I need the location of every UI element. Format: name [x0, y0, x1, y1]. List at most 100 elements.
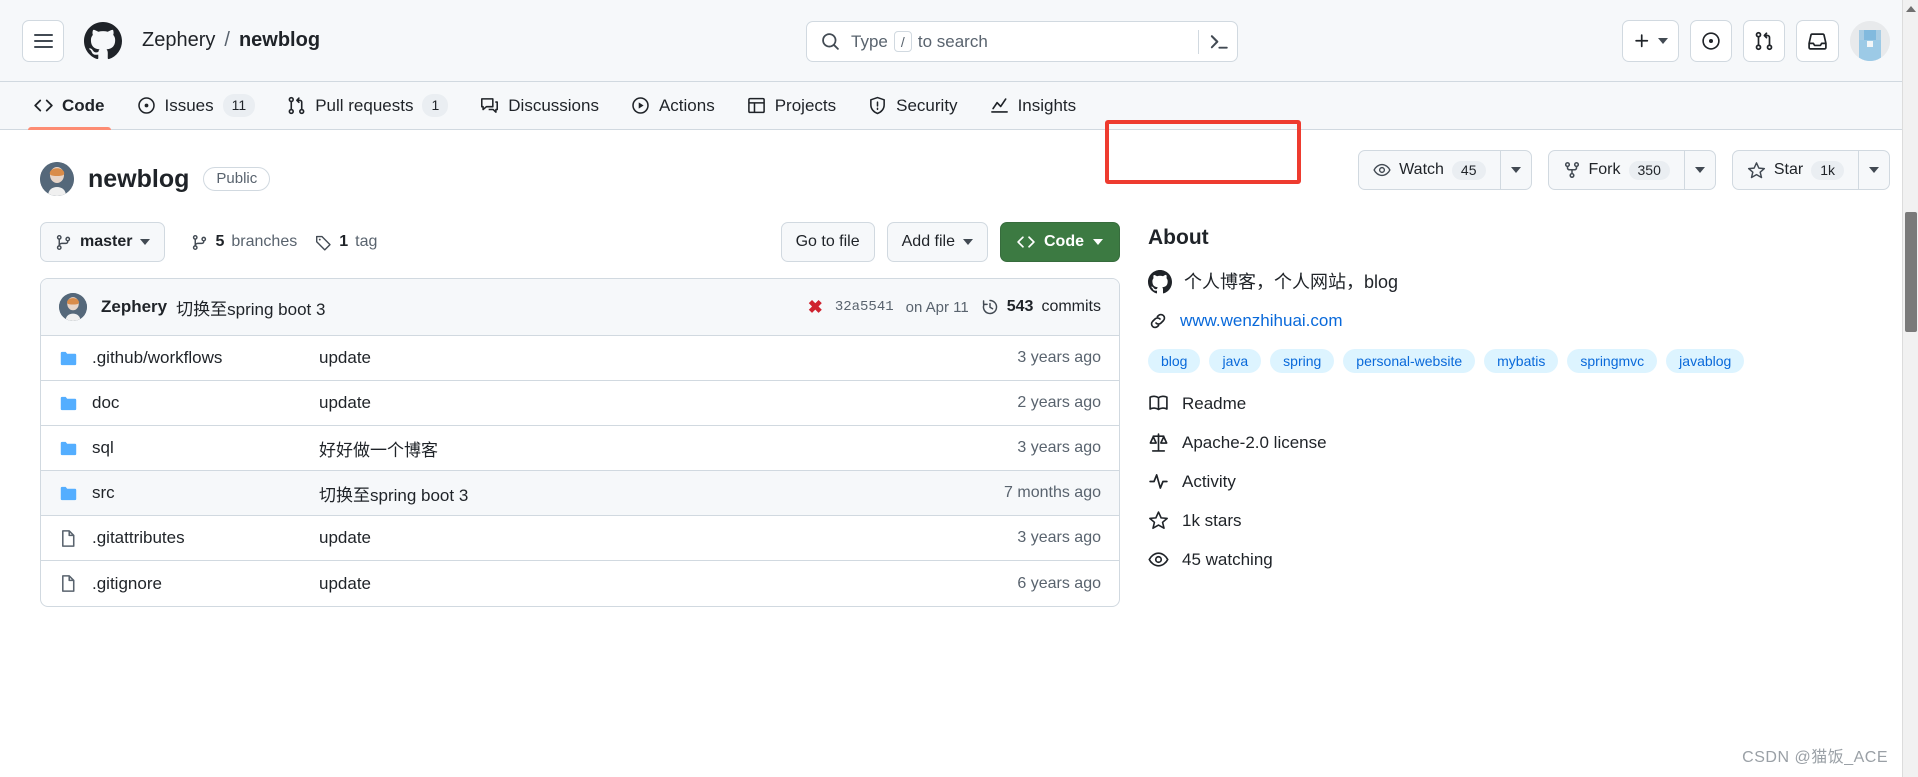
repository-owner-avatar[interactable] — [40, 162, 74, 196]
book-icon — [1149, 395, 1168, 411]
file-commit-message[interactable]: 切换至spring boot 3 — [319, 481, 1004, 506]
branch-selector[interactable]: master — [40, 222, 166, 262]
about-title: About — [1148, 226, 1209, 249]
table-row[interactable]: src 切换至spring boot 3 7 months ago — [41, 471, 1119, 516]
file-name-cell: doc — [59, 393, 319, 413]
table-row[interactable]: doc update 2 years ago — [41, 381, 1119, 426]
breadcrumb-owner[interactable]: Zephery — [142, 29, 215, 52]
page-title[interactable]: newblog — [88, 165, 189, 194]
commit-meta: ✖ 32a5541 on Apr 11 543 commits — [808, 297, 1101, 318]
pull-requests-button[interactable] — [1743, 20, 1785, 62]
code-icon — [34, 99, 53, 112]
topic-tag[interactable]: mybatis — [1484, 349, 1559, 373]
code-button[interactable]: Code — [1000, 222, 1120, 262]
file-commit-message[interactable]: update — [319, 348, 1017, 368]
file-name[interactable]: .gitignore — [92, 574, 162, 594]
scrollbar-thumb[interactable] — [1905, 212, 1917, 332]
watching-link[interactable]: 45 watching — [1148, 549, 1890, 570]
file-name[interactable]: sql — [92, 438, 114, 458]
file-commit-message[interactable]: update — [319, 393, 1017, 413]
visibility-badge: Public — [203, 167, 271, 191]
folder-icon — [60, 396, 77, 410]
about-website-link[interactable]: www.wenzhihuai.com — [1148, 311, 1890, 331]
go-to-file-button[interactable]: Go to file — [780, 222, 875, 262]
file-name[interactable]: .gitattributes — [92, 528, 185, 548]
hamburger-menu-icon[interactable] — [22, 19, 64, 62]
tags-link[interactable]: 1 tag — [315, 233, 377, 251]
readme-link[interactable]: Readme — [1148, 393, 1890, 414]
watch-dropdown-button[interactable] — [1499, 150, 1532, 190]
inbox-button[interactable] — [1796, 20, 1839, 62]
star-button[interactable]: Star 1k — [1731, 150, 1858, 190]
commit-author[interactable]: Zephery — [101, 297, 167, 317]
tab-actions[interactable]: Actions — [617, 82, 729, 129]
table-row[interactable]: .gitignore update 6 years ago — [41, 561, 1119, 606]
topic-tag[interactable]: personal-website — [1343, 349, 1476, 373]
github-logo-icon[interactable] — [84, 21, 122, 60]
search-icon — [822, 33, 839, 50]
table-row[interactable]: .github/workflows update 3 years ago — [41, 336, 1119, 381]
table-row[interactable]: sql 好好做一个博客 3 years ago — [41, 426, 1119, 471]
tab-discussions[interactable]: Discussions — [466, 82, 613, 129]
file-name[interactable]: src — [92, 483, 115, 503]
file-commit-message[interactable]: 好好做一个博客 — [319, 436, 1017, 461]
about-description-row: 个人博客，个人网站，blog — [1148, 268, 1890, 294]
repo-forked-icon — [1564, 162, 1579, 178]
commit-author-avatar[interactable] — [59, 293, 87, 321]
tab-security[interactable]: Security — [854, 82, 971, 129]
activity-link[interactable]: Activity — [1148, 471, 1890, 492]
topic-tag[interactable]: spring — [1270, 349, 1335, 373]
branches-link[interactable]: 5 branches — [191, 233, 297, 251]
file-commit-message[interactable]: update — [319, 574, 1017, 594]
tab-projects[interactable]: Projects — [733, 82, 850, 129]
tab-code[interactable]: Code — [20, 82, 119, 130]
commits-count-link[interactable]: 543 commits — [981, 298, 1101, 316]
topic-tag[interactable]: blog — [1148, 349, 1201, 373]
license-link[interactable]: Apache-2.0 license — [1148, 432, 1890, 453]
tab-issues[interactable]: Issues 11 — [123, 82, 270, 129]
scroll-up-button[interactable] — [1903, 0, 1918, 17]
commit-message[interactable]: 切换至spring boot 3 — [176, 295, 325, 320]
repository-nav-tabs: Code Issues 11 Pull requests 1 Discussio… — [0, 82, 1918, 130]
file-updated-time: 3 years ago — [1017, 439, 1101, 456]
fork-button[interactable]: Fork 350 — [1547, 150, 1684, 190]
tab-insights[interactable]: Insights — [976, 82, 1091, 129]
create-new-button[interactable] — [1622, 20, 1679, 62]
commits-label: commits — [1041, 298, 1101, 315]
star-dropdown-button[interactable] — [1858, 150, 1890, 190]
search-input[interactable]: Type / to search — [806, 21, 1238, 62]
commit-status-fail-icon[interactable]: ✖ — [808, 297, 823, 318]
avatar[interactable] — [1850, 21, 1890, 61]
go-to-file-label: Go to file — [795, 233, 860, 250]
about-sidebar: About 个人博客，个人网站，blog www.wenzhihuai.com … — [1148, 208, 1890, 607]
topic-tag[interactable]: java — [1209, 349, 1262, 373]
star-button-group: Star 1k — [1731, 150, 1890, 190]
commit-sha[interactable]: 32a5541 — [835, 299, 894, 315]
file-name[interactable]: doc — [92, 393, 119, 413]
file-commit-message[interactable]: update — [319, 528, 1017, 548]
file-name[interactable]: .github/workflows — [92, 348, 222, 368]
command-palette-icon[interactable] — [1198, 29, 1229, 54]
topic-tag[interactable]: springmvc — [1567, 349, 1658, 373]
breadcrumb-separator: / — [224, 29, 230, 51]
star-label: Star — [1773, 161, 1804, 178]
page-scrollbar[interactable] — [1902, 0, 1918, 777]
add-file-button[interactable]: Add file — [886, 222, 988, 262]
stars-link[interactable]: 1k stars — [1148, 510, 1890, 531]
breadcrumb-repo[interactable]: newblog — [239, 29, 320, 52]
tab-issues-count: 11 — [222, 93, 256, 118]
tab-security-label: Security — [896, 95, 958, 115]
watch-button[interactable]: Watch 45 — [1358, 150, 1500, 190]
link-icon — [1150, 313, 1166, 329]
table-row[interactable]: .gitattributes update 3 years ago — [41, 516, 1119, 561]
watch-count: 45 — [1451, 160, 1486, 180]
tab-insights-label: Insights — [1017, 95, 1077, 115]
branch-name: master — [80, 233, 133, 250]
tag-icon — [316, 235, 331, 251]
tab-pull-requests[interactable]: Pull requests 1 — [273, 82, 462, 129]
code-button-label: Code — [1044, 233, 1084, 250]
issues-feed-button[interactable] — [1690, 20, 1732, 62]
topic-tag[interactable]: javablog — [1666, 349, 1745, 373]
fork-dropdown-button[interactable] — [1683, 150, 1716, 190]
fork-label: Fork — [1588, 161, 1621, 178]
